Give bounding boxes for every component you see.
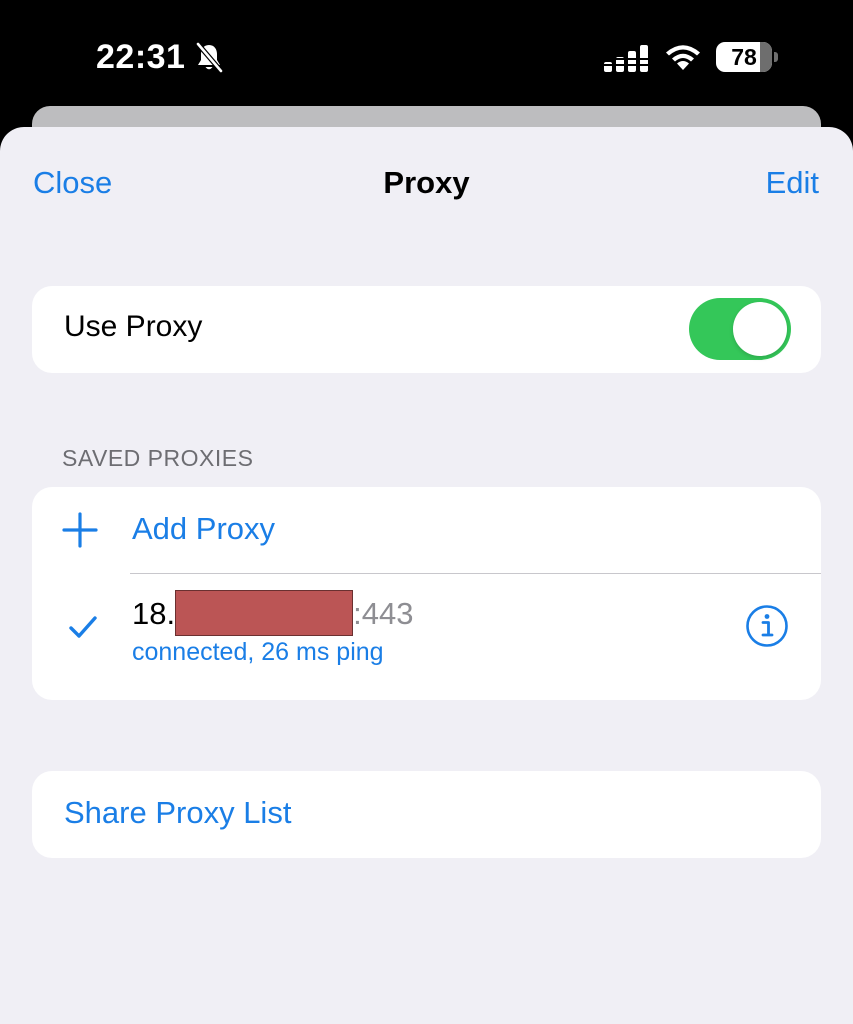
add-proxy-button[interactable]: Add Proxy [32, 487, 821, 573]
use-proxy-label: Use Proxy [64, 310, 203, 343]
proxy-sheet: Close Proxy Edit Use Proxy SAVED PROXIES… [0, 127, 853, 1024]
screen: 22:31 78 Close Proxy Edit Use Proxy SAVE… [0, 0, 853, 1024]
saved-proxies-card: Add Proxy 18. :443 connected, 26 ms ping [32, 487, 821, 700]
add-proxy-label: Add Proxy [132, 511, 276, 546]
info-icon[interactable] [745, 604, 789, 648]
close-button[interactable]: Close [33, 165, 112, 201]
proxy-list-item[interactable]: 18. :443 connected, 26 ms ping [32, 574, 821, 700]
bell-slash-icon [196, 42, 223, 73]
wifi-icon [666, 45, 700, 70]
proxy-address-prefix: 18. [132, 596, 176, 631]
battery-tip [774, 52, 778, 62]
toggle-knob [733, 302, 787, 356]
share-proxy-list-button[interactable]: Share Proxy List [32, 771, 821, 858]
share-proxy-list-label: Share Proxy List [64, 795, 292, 830]
proxy-status: connected, 26 ms ping [132, 638, 384, 666]
battery-level: 78 [731, 44, 757, 70]
proxy-address: 18. :443 [132, 590, 413, 636]
saved-proxies-header: SAVED PROXIES [62, 445, 254, 471]
status-bar: 22:31 78 [0, 0, 853, 110]
page-title: Proxy [383, 165, 470, 200]
checkmark-icon [69, 616, 97, 638]
use-proxy-toggle[interactable] [689, 298, 791, 360]
use-proxy-card: Use Proxy [32, 286, 821, 373]
status-time: 22:31 [96, 38, 186, 76]
redacted-address-block [175, 590, 354, 636]
proxy-address-port: :443 [353, 596, 414, 631]
battery-body: 78 [716, 42, 772, 72]
plus-icon [62, 512, 98, 548]
battery-icon: 78 [716, 42, 778, 72]
edit-button[interactable]: Edit [766, 165, 819, 201]
cellular-signal-icon [604, 45, 648, 72]
